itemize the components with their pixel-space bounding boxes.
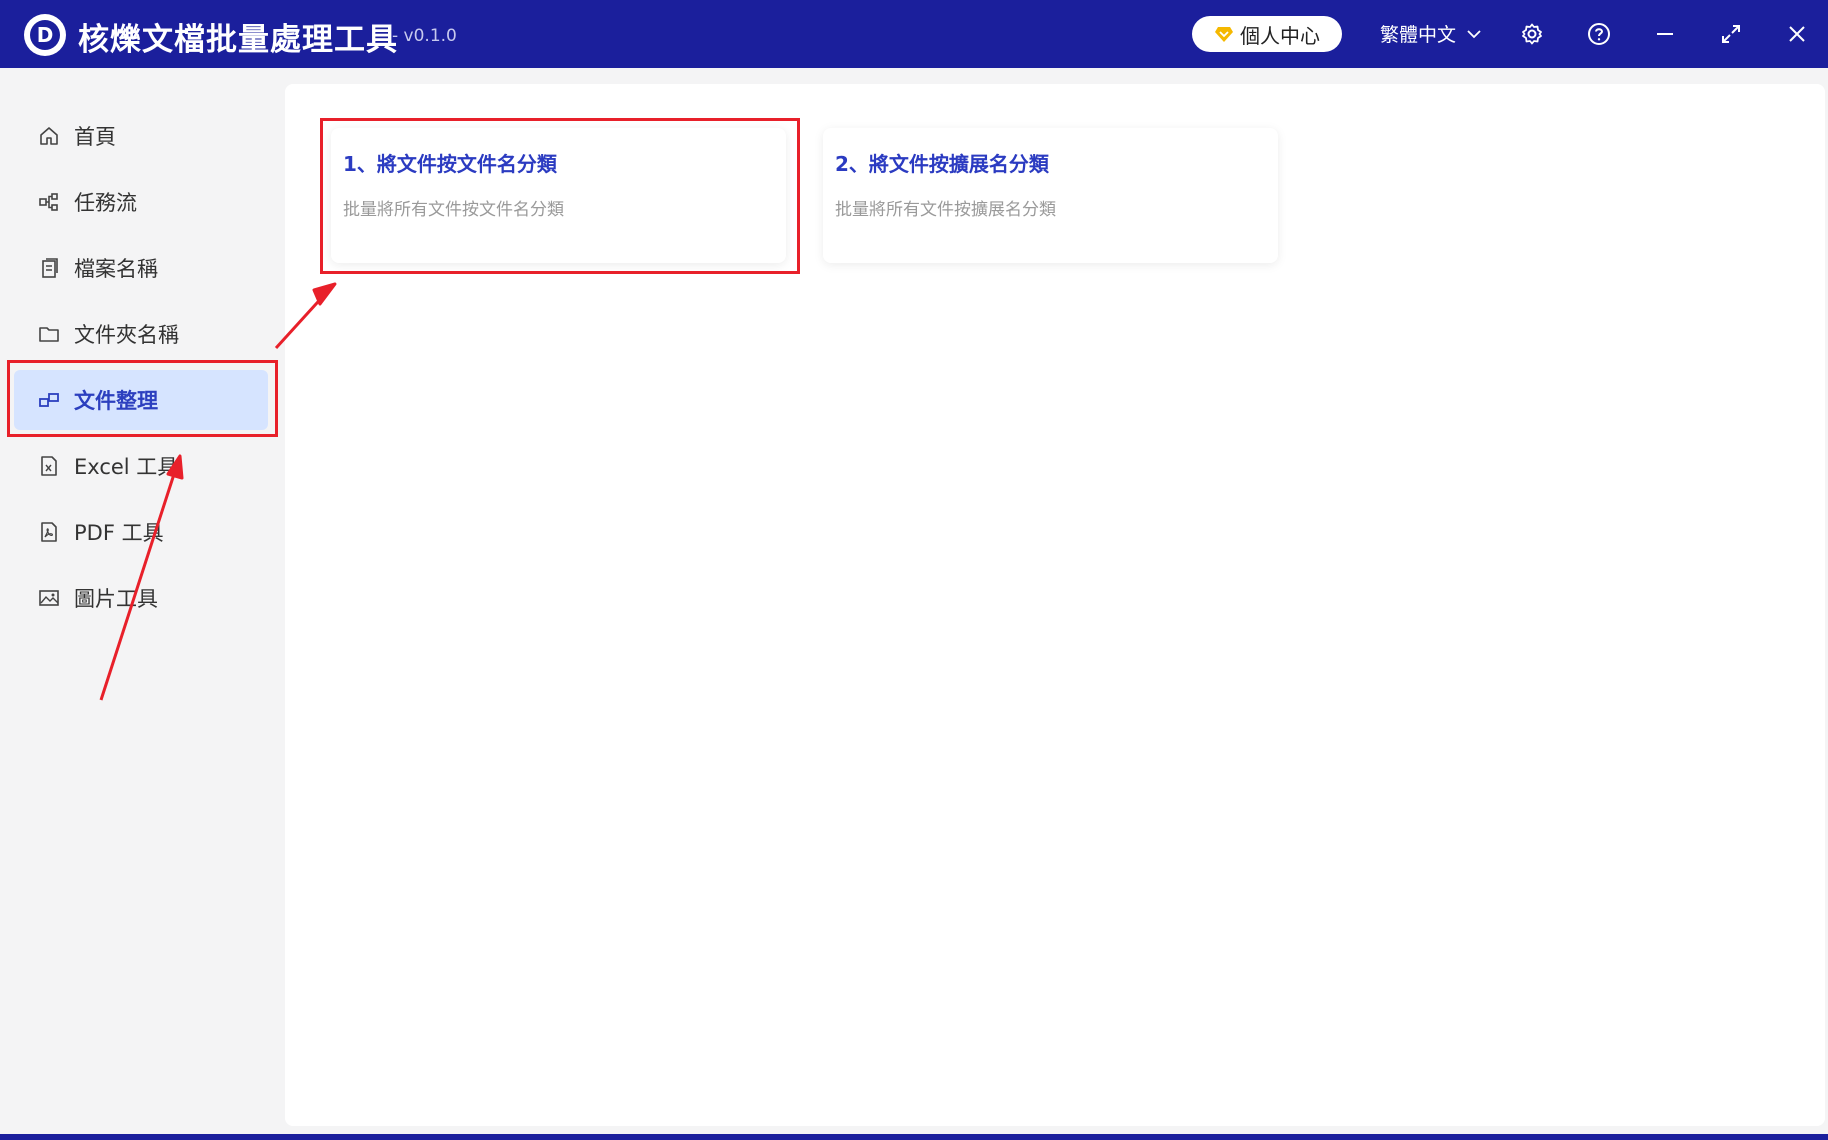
minimize-icon[interactable] — [1651, 20, 1679, 48]
language-label: 繁體中文 — [1380, 24, 1457, 46]
sidebar-item-label: PDF 工具 — [74, 521, 164, 545]
folder-icon — [38, 323, 60, 345]
app-logo: D — [24, 14, 66, 56]
close-icon[interactable] — [1783, 20, 1811, 48]
card-classify-by-extension[interactable]: 2、將文件按擴展名分類 批量將所有文件按擴展名分類 — [823, 128, 1278, 263]
sidebar-item-pdf-tools[interactable]: PDF 工具 — [14, 502, 268, 562]
window-bottom-border — [0, 1134, 1828, 1140]
sidebar-item-label: 圖片工具 — [74, 587, 158, 611]
sidebar-item-filename[interactable]: 檔案名稱 — [14, 238, 268, 298]
user-center-label: 個人中心 — [1240, 23, 1320, 48]
sidebar-item-home[interactable]: 首頁 — [14, 106, 268, 166]
sidebar: 首頁 任務流 檔案名稱 文件夾名稱 文件整理 Excel 工具 PDF 工具 圖… — [0, 68, 272, 638]
sidebar-item-workflow[interactable]: 任務流 — [14, 172, 268, 232]
maximize-icon[interactable] — [1717, 20, 1745, 48]
file-copy-icon — [38, 257, 60, 279]
diamond-icon — [1215, 27, 1233, 42]
language-select[interactable]: 繁體中文 — [1380, 20, 1482, 47]
image-icon — [38, 587, 60, 609]
user-center-button[interactable]: 個人中心 — [1192, 16, 1342, 52]
highlight-box-card — [320, 118, 800, 274]
sidebar-item-label: Excel 工具 — [74, 455, 179, 479]
card-description: 批量將所有文件按擴展名分類 — [835, 200, 1056, 220]
sidebar-item-label: 文件夾名稱 — [74, 323, 179, 347]
workflow-icon — [38, 191, 60, 213]
sidebar-item-foldername[interactable]: 文件夾名稱 — [14, 304, 268, 364]
excel-file-icon — [38, 455, 60, 477]
home-icon — [38, 125, 60, 147]
sidebar-item-label: 檔案名稱 — [74, 257, 158, 281]
app-version: - v0.1.0 — [392, 26, 457, 46]
chevron-down-icon — [1467, 29, 1481, 38]
card-title: 2、將文件按擴展名分類 — [835, 152, 1049, 176]
sidebar-item-excel-tools[interactable]: Excel 工具 — [14, 436, 268, 496]
sidebar-item-image-tools[interactable]: 圖片工具 — [14, 568, 268, 628]
sidebar-item-label: 首頁 — [74, 125, 116, 149]
title-bar: D 核爍文檔批量處理工具 - v0.1.0 個人中心 繁體中文 — [0, 0, 1828, 68]
sidebar-item-label: 任務流 — [74, 191, 137, 215]
app-title: 核爍文檔批量處理工具 — [78, 22, 398, 58]
highlight-box-sidebar — [7, 360, 278, 437]
app-logo-letter: D — [30, 20, 60, 50]
pdf-file-icon — [38, 521, 60, 543]
help-icon[interactable] — [1585, 20, 1613, 48]
gear-icon[interactable] — [1518, 20, 1546, 48]
